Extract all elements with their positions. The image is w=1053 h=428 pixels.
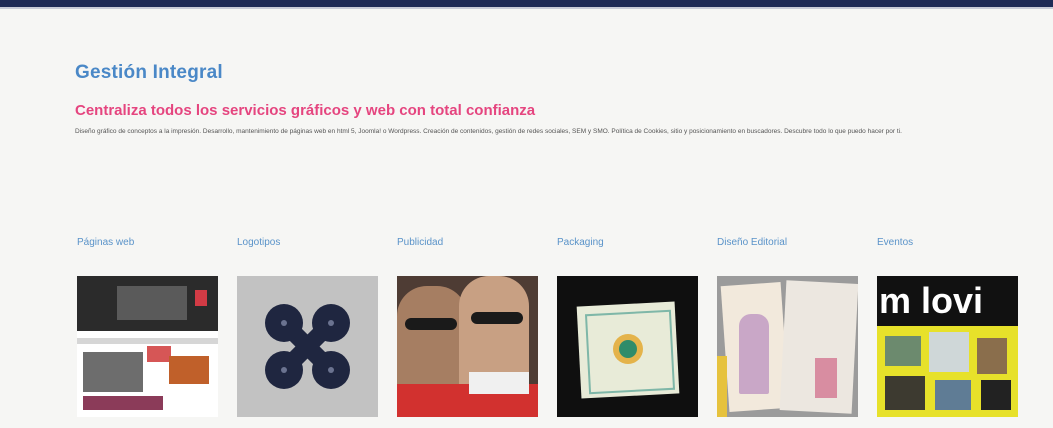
logo-clover-mark-thumbnail[interactable] <box>237 276 378 417</box>
ad-white-label <box>469 372 529 394</box>
advertising-photo-thumbnail[interactable] <box>397 276 538 417</box>
category-label[interactable]: Diseño Editorial <box>717 236 859 250</box>
category-diseno-editorial[interactable]: Diseño Editorial <box>717 236 859 417</box>
category-label[interactable]: Publicidad <box>397 236 539 250</box>
event-photo <box>885 376 925 410</box>
category-label[interactable]: Logotipos <box>237 236 379 250</box>
event-photo <box>929 332 969 372</box>
event-photo <box>977 338 1007 374</box>
magazine-figure <box>815 358 837 398</box>
magazine-spread-thumbnail[interactable] <box>717 276 858 417</box>
event-photo <box>935 380 971 410</box>
category-eventos[interactable]: Eventos m lovi <box>877 236 1019 417</box>
category-publicidad[interactable]: Publicidad <box>397 236 539 417</box>
category-paginas-web[interactable]: Páginas web <box>77 236 219 417</box>
web-red-badge <box>195 290 207 306</box>
web-content-block <box>83 352 143 392</box>
sunglasses-shape <box>471 312 523 324</box>
page-title: Gestión Integral <box>75 62 223 83</box>
web-image-block <box>169 356 209 384</box>
person-face <box>397 286 467 396</box>
event-poster-text: m lovi <box>879 280 984 321</box>
package-seal-center <box>619 340 637 358</box>
package-box-thumbnail[interactable] <box>557 276 698 417</box>
category-logotipos[interactable]: Logotipos <box>237 236 379 417</box>
top-bar-divider <box>0 7 1053 9</box>
web-logo-block <box>147 346 171 362</box>
web-page-screenshot-thumbnail[interactable] <box>77 276 218 417</box>
page-description: Diseño gráfico de conceptos a la impresi… <box>75 128 902 135</box>
event-poster-thumbnail[interactable]: m lovi <box>877 276 1018 417</box>
intro-section: Gestión Integral Centraliza todos los se… <box>75 62 1035 137</box>
web-footer-block <box>83 396 163 410</box>
event-photo <box>885 336 921 366</box>
magazine-yellow-edge <box>717 356 727 417</box>
logo-clover-icon <box>265 304 350 389</box>
category-packaging[interactable]: Packaging <box>557 236 699 417</box>
category-label[interactable]: Packaging <box>557 236 699 250</box>
web-nav-strip <box>77 338 218 344</box>
category-label[interactable]: Páginas web <box>77 236 219 250</box>
magazine-figure <box>739 314 769 394</box>
top-navigation-bar <box>0 0 1053 7</box>
web-hero-image <box>117 286 187 320</box>
sunglasses-shape <box>405 318 457 330</box>
event-photo <box>981 380 1011 410</box>
page-subtitle: Centraliza todos los servicios gráficos … <box>75 102 536 119</box>
services-grid: Páginas web Logotipos Publicidad Packagi… <box>77 236 1037 426</box>
category-label[interactable]: Eventos <box>877 236 1019 250</box>
